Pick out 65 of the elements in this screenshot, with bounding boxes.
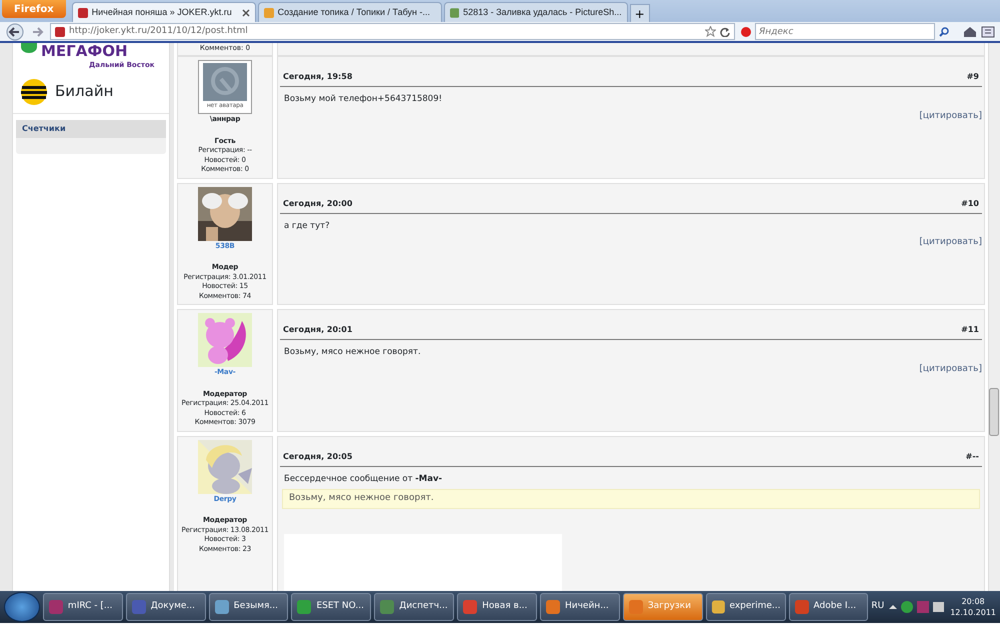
post-date: Сегодня, 20:05 xyxy=(283,450,352,462)
app-icon xyxy=(462,599,478,615)
post-text: Бессердечное сообщение от -Mav- xyxy=(283,472,444,486)
back-icon[interactable] xyxy=(4,22,26,40)
reload-icon[interactable] xyxy=(720,26,730,36)
start-button[interactable] xyxy=(4,592,40,622)
scroll-thumb[interactable] xyxy=(989,388,999,436)
taskbar-item[interactable]: ESET NO... xyxy=(291,593,372,621)
taskbar-item[interactable]: experime... xyxy=(706,593,786,621)
clock[interactable]: 20:08 12.10.2011 xyxy=(950,596,996,618)
close-icon[interactable] xyxy=(242,8,250,16)
app-icon xyxy=(48,599,64,615)
app-icon xyxy=(794,599,810,615)
app-icon xyxy=(544,599,561,615)
favicon-icon xyxy=(264,8,274,18)
post-date: Сегодня, 20:00 xyxy=(283,198,352,210)
post-number: #11 xyxy=(961,324,979,336)
post-number: #10 xyxy=(961,198,979,210)
app-icon xyxy=(130,599,147,615)
bookmarks-icon[interactable] xyxy=(981,26,995,38)
post-text: Возьму, мясо нежное говорят. xyxy=(283,346,422,359)
home-icon[interactable] xyxy=(963,26,977,38)
post-number: #9 xyxy=(966,71,979,83)
taskbar-item[interactable]: Новая в... xyxy=(457,593,537,621)
app-icon xyxy=(710,599,726,615)
taskbar-item[interactable]: Диспетч... xyxy=(374,593,454,621)
language-indicator[interactable]: RU xyxy=(871,600,884,614)
quote-link[interactable]: [цитировать] xyxy=(280,236,982,250)
browser-tab[interactable]: 52813 - Заливка удалась - PictureSh... xyxy=(444,2,628,22)
app-icon xyxy=(296,599,312,615)
post-date: Сегодня, 20:01 xyxy=(283,324,352,336)
new-tab-button[interactable]: + xyxy=(630,4,650,22)
browser-tab[interactable]: Создание топика / Топики / Табун -... xyxy=(258,2,442,22)
taskbar-item[interactable]: Безымя... xyxy=(208,593,288,621)
address-field[interactable]: http://joker.ykt.ru/2011/10/12/post.html xyxy=(50,23,735,40)
beeline-logo-icon xyxy=(21,78,47,104)
taskbar-item[interactable]: Adobe I... xyxy=(788,593,868,621)
app-icon xyxy=(214,599,230,615)
app-icon xyxy=(379,599,396,615)
tray-icons-drawing[interactable] xyxy=(889,600,946,614)
quote-link[interactable]: [цитировать] xyxy=(280,362,982,376)
taskbar-item[interactable]: mIRC - [... xyxy=(42,593,123,621)
star-icon[interactable] xyxy=(705,26,716,37)
taskbar-item[interactable]: Докуме... xyxy=(126,593,206,621)
post-number: #-- xyxy=(966,450,979,462)
app-icon xyxy=(628,599,644,615)
favicon-icon xyxy=(78,8,88,18)
post-text: а где тут? xyxy=(283,220,331,232)
logo-text: МЕГАФОН xyxy=(41,43,129,60)
logo-text: Билайн xyxy=(55,81,114,102)
scrollbar[interactable] xyxy=(988,43,1000,591)
browser-tab[interactable]: Ничейная поняша » JOKER.ykt.ru xyxy=(72,2,256,22)
taskbar-item[interactable]: Ничейн... xyxy=(540,593,620,621)
post-text: Возьму мой телефон+5643715809! xyxy=(283,93,444,106)
megafon-logo-icon xyxy=(21,43,37,53)
quote-link[interactable]: [цитировать] xyxy=(280,110,982,124)
quote-box: Возьму, мясо нежное говорят. xyxy=(282,489,980,509)
search-icon[interactable] xyxy=(939,26,949,36)
search-engine-icon xyxy=(741,26,751,36)
favicon-icon xyxy=(55,26,65,36)
post-date: Сегодня, 19:58 xyxy=(283,71,352,83)
avatar-icon xyxy=(203,63,247,101)
search-field[interactable]: Яндекс xyxy=(755,23,935,40)
block-title: Счетчики xyxy=(16,120,166,138)
favicon-icon xyxy=(450,8,460,18)
